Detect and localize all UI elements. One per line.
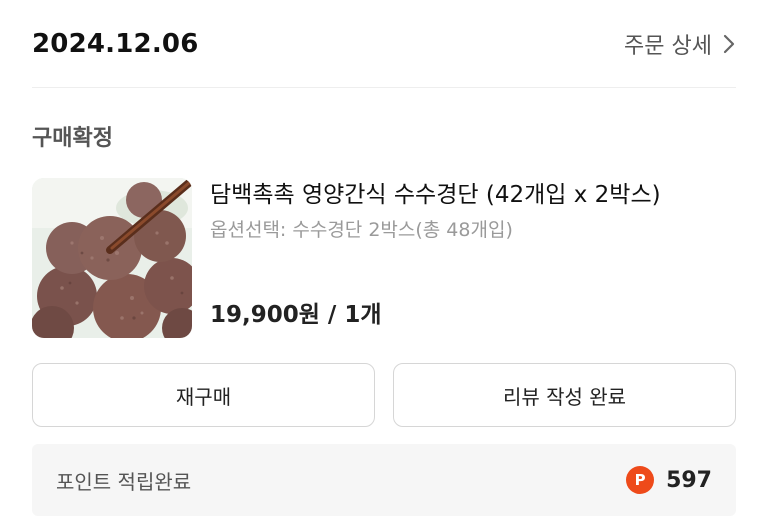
product-thumbnail-image[interactable] [32,178,192,338]
order-actions: 재구매 리뷰 작성 완료 [32,363,736,427]
order-card: 2024.12.06 주문 상세 구매확정 담백촉촉 영양간식 수수경단 (42… [0,0,768,523]
points-banner: 포인트 적립완료 P 597 [32,444,736,516]
points-amount: P 597 [626,466,712,494]
order-detail-link[interactable]: 주문 상세 [624,28,736,60]
review-complete-button[interactable]: 리뷰 작성 완료 [393,363,736,427]
order-date: 2024.12.06 [32,28,199,59]
order-detail-label: 주문 상세 [624,33,712,59]
product-info: 담백촉촉 영양간식 수수경단 (42개입 x 2박스) 옵션선택: 수수경단 2… [210,178,736,340]
product-option: 옵션선택: 수수경단 2박스(총 48개입) [210,219,513,241]
rebuy-button[interactable]: 재구매 [32,363,375,427]
points-value: 597 [666,467,712,493]
purchase-status: 구매확정 [32,126,113,151]
product-name[interactable]: 담백촉촉 영양간식 수수경단 (42개입 x 2박스) [210,178,736,212]
points-label: 포인트 적립완료 [56,469,192,494]
product-price: 19,900원 / 1개 [210,302,382,328]
chevron-right-icon [722,33,736,55]
product-item: 담백촉촉 영양간식 수수경단 (42개입 x 2박스) 옵션선택: 수수경단 2… [32,178,736,340]
point-coin-icon: P [626,466,655,494]
order-header: 2024.12.06 주문 상세 [32,0,736,88]
